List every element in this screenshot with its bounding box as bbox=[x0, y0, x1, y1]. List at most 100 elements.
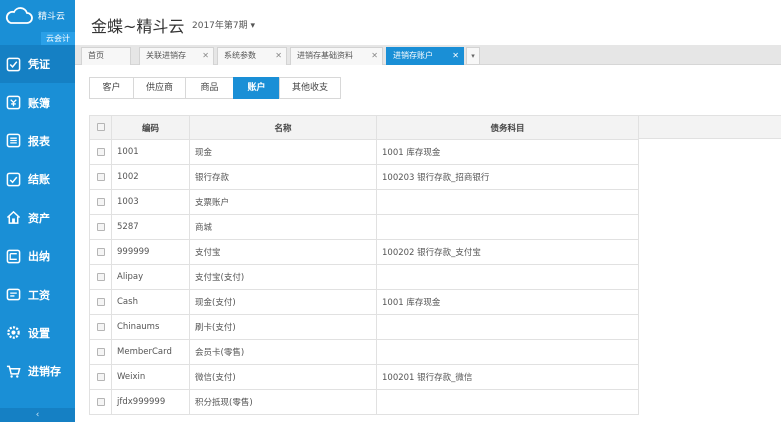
sidebar-item-asset[interactable]: 资产 bbox=[0, 199, 75, 237]
sidebar-item-settings[interactable]: 设置 bbox=[0, 314, 75, 352]
row-checkbox[interactable] bbox=[89, 189, 112, 215]
cell-account: 100201 银行存款_微信 bbox=[376, 364, 639, 390]
cashier-icon bbox=[6, 249, 21, 263]
close-icon[interactable]: ✕ bbox=[202, 48, 209, 64]
row-checkbox[interactable] bbox=[89, 389, 112, 415]
sidebar-item-inventory[interactable]: 进销存 bbox=[0, 352, 75, 390]
ledger-icon bbox=[6, 95, 21, 110]
column-header-name[interactable]: 名称 bbox=[189, 115, 377, 140]
row-checkbox[interactable] bbox=[89, 364, 112, 390]
subtab-other-income[interactable]: 其他收支 bbox=[279, 77, 341, 99]
table-row[interactable]: 5287 商城 bbox=[89, 214, 639, 240]
logo-badge: 云会计 bbox=[41, 32, 75, 45]
table-row[interactable]: Alipay 支付宝(支付) bbox=[89, 264, 639, 290]
table-header-row: 编码 名称 债务科目 bbox=[89, 115, 639, 140]
checkbox-icon bbox=[96, 172, 105, 181]
tab-label: 进销存账户 bbox=[393, 51, 433, 60]
tab-label: 关联进销存 bbox=[146, 51, 186, 60]
cloud-logo-icon bbox=[5, 7, 33, 24]
row-checkbox[interactable] bbox=[89, 264, 112, 290]
asset-icon bbox=[6, 211, 21, 225]
sidebar-item-label: 报表 bbox=[28, 134, 50, 148]
cell-code: Weixin bbox=[111, 364, 190, 390]
cell-name: 刷卡(支付) bbox=[189, 314, 377, 340]
brand-title: 金蝶~精斗云 bbox=[91, 17, 185, 36]
cell-account bbox=[376, 389, 639, 415]
tab-home[interactable]: 首页 bbox=[81, 47, 131, 65]
tab-more-button[interactable]: ▾ bbox=[466, 47, 480, 65]
row-checkbox[interactable] bbox=[89, 239, 112, 265]
table-row[interactable]: jfdx999999 积分抵现(零售) bbox=[89, 389, 639, 415]
subtab-account[interactable]: 账户 bbox=[233, 77, 279, 99]
cell-name: 现金(支付) bbox=[189, 289, 377, 315]
table-header-filler bbox=[638, 115, 781, 139]
close-icon[interactable]: ✕ bbox=[275, 48, 282, 64]
tab-system-params[interactable]: 系统参数 ✕ bbox=[217, 47, 287, 65]
sidebar-item-cashier[interactable]: 出纳 bbox=[0, 237, 75, 275]
cell-code: MemberCard bbox=[111, 339, 190, 365]
cell-account bbox=[376, 314, 639, 340]
table-row[interactable]: Chinaums 刷卡(支付) bbox=[89, 314, 639, 340]
sidebar-item-checkout[interactable]: 结账 bbox=[0, 160, 75, 198]
column-header-code[interactable]: 编码 bbox=[111, 115, 190, 140]
tab-inventory-accounts[interactable]: 进销存账户 ✕ bbox=[386, 47, 464, 65]
checkbox-icon bbox=[96, 297, 105, 306]
close-icon[interactable]: ✕ bbox=[452, 48, 459, 64]
table-row[interactable]: 1002 银行存款 100203 银行存款_招商银行 bbox=[89, 164, 639, 190]
sidebar-item-label: 资产 bbox=[28, 211, 50, 225]
cell-code: Chinaums bbox=[111, 314, 190, 340]
cell-name: 积分抵现(零售) bbox=[189, 389, 377, 415]
table-row[interactable]: Cash 现金(支付) 1001 库存现金 bbox=[89, 289, 639, 315]
row-checkbox[interactable] bbox=[89, 314, 112, 340]
sidebar-item-ledger[interactable]: 账簿 bbox=[0, 83, 75, 121]
checkbox-icon bbox=[96, 272, 105, 281]
subtab-supplier[interactable]: 供应商 bbox=[133, 77, 185, 99]
checkbox-icon bbox=[96, 397, 105, 406]
subtab-customer[interactable]: 客户 bbox=[89, 77, 133, 99]
table-row[interactable]: MemberCard 会员卡(零售) bbox=[89, 339, 639, 365]
cell-code: Cash bbox=[111, 289, 190, 315]
table-row[interactable]: 999999 支付宝 100202 银行存款_支付宝 bbox=[89, 239, 639, 265]
cell-code: jfdx999999 bbox=[111, 389, 190, 415]
subtab-bar: 客户 供应商 商品 账户 其他收支 bbox=[89, 77, 341, 99]
cell-name: 现金 bbox=[189, 139, 377, 165]
select-all-checkbox[interactable] bbox=[89, 115, 112, 140]
row-checkbox[interactable] bbox=[89, 289, 112, 315]
row-checkbox[interactable] bbox=[89, 339, 112, 365]
row-checkbox[interactable] bbox=[89, 214, 112, 240]
row-checkbox[interactable] bbox=[89, 139, 112, 165]
cell-name: 支票账户 bbox=[189, 189, 377, 215]
cell-code: 1001 bbox=[111, 139, 190, 165]
table-row[interactable]: 1001 现金 1001 库存现金 bbox=[89, 139, 639, 165]
checkbox-icon bbox=[96, 222, 105, 231]
cell-account bbox=[376, 339, 639, 365]
tab-inventory-basics[interactable]: 进销存基础资料 ✕ bbox=[290, 47, 383, 65]
sidebar-item-report[interactable]: 报表 bbox=[0, 122, 75, 160]
voucher-icon bbox=[6, 57, 21, 72]
sidebar-item-salary[interactable]: 工资 bbox=[0, 275, 75, 313]
salary-icon bbox=[6, 288, 21, 301]
cell-account: 1001 库存现金 bbox=[376, 139, 639, 165]
cell-code: 1003 bbox=[111, 189, 190, 215]
row-checkbox[interactable] bbox=[89, 164, 112, 190]
table-row[interactable]: 1003 支票账户 bbox=[89, 189, 639, 215]
sidebar-item-label: 工资 bbox=[28, 288, 50, 302]
cell-account: 1001 库存现金 bbox=[376, 289, 639, 315]
cell-name: 微信(支付) bbox=[189, 364, 377, 390]
tab-linked-inventory[interactable]: 关联进销存 ✕ bbox=[139, 47, 214, 65]
checkbox-icon bbox=[96, 322, 105, 331]
table-row[interactable]: Weixin 微信(支付) 100201 银行存款_微信 bbox=[89, 364, 639, 390]
sidebar-item-label: 账簿 bbox=[28, 96, 50, 110]
cell-name: 支付宝 bbox=[189, 239, 377, 265]
checkbox-icon bbox=[96, 123, 105, 131]
subtab-goods[interactable]: 商品 bbox=[185, 77, 233, 99]
cell-name: 银行存款 bbox=[189, 164, 377, 190]
cell-account: 100202 银行存款_支付宝 bbox=[376, 239, 639, 265]
tab-label: 进销存基础资料 bbox=[297, 51, 353, 60]
column-header-account[interactable]: 债务科目 bbox=[376, 115, 639, 140]
sidebar-collapse-button[interactable]: ‹ bbox=[0, 408, 75, 422]
close-icon[interactable]: ✕ bbox=[371, 48, 378, 64]
period-selector[interactable]: 2017年第7期 ▾ bbox=[192, 18, 255, 31]
sidebar-item-voucher[interactable]: 凭证 bbox=[0, 45, 75, 84]
logo: 精斗云 云会计 bbox=[0, 0, 75, 45]
